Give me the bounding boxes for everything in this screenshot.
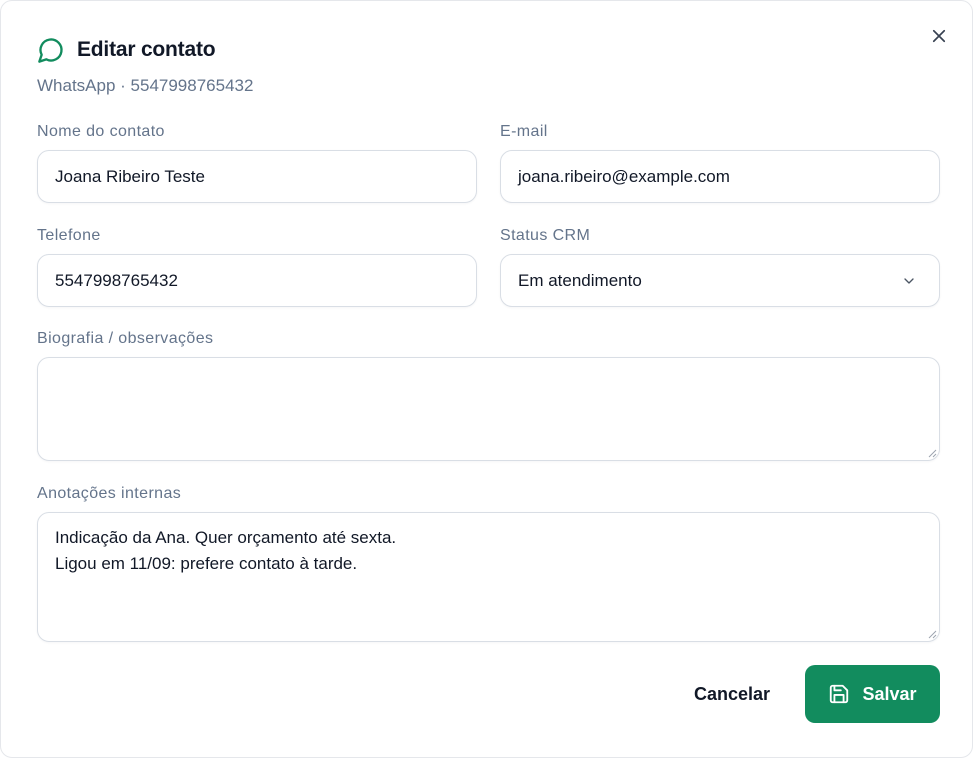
notes-line: Ligou em 11/09: prefere contato à tarde. <box>55 554 358 573</box>
phone-label: Telefone <box>37 227 101 244</box>
save-button[interactable]: Salvar <box>805 665 940 723</box>
email-input[interactable]: joana.ribeiro@example.com <box>500 150 940 203</box>
save-icon <box>830 684 849 704</box>
chat-bubble-icon <box>38 38 63 63</box>
resize-handle-icon[interactable] <box>927 629 937 639</box>
resize-handle-icon[interactable] <box>927 448 937 458</box>
dialog-subtitle: WhatsApp · 5547998765432 <box>37 76 254 95</box>
cancel-button[interactable]: Cancelar <box>681 665 783 723</box>
bio-textarea[interactable] <box>37 357 940 461</box>
email-value: joana.ribeiro@example.com <box>518 166 730 186</box>
save-label: Salvar <box>862 683 917 704</box>
edit-contact-dialog: Editar contato WhatsApp · 5547998765432 … <box>0 0 973 758</box>
notes-label: Anotações internas <box>37 485 182 502</box>
notes-textarea[interactable]: Indicação da Ana. Quer orçamento até sex… <box>37 512 940 642</box>
phone-input[interactable]: 5547998765432 <box>37 254 477 307</box>
name-label: Nome do contato <box>37 123 165 140</box>
status-label: Status CRM <box>500 227 591 244</box>
notes-line: Indicação da Ana. Quer orçamento até sex… <box>55 528 397 547</box>
dialog-header: Editar contato <box>37 36 216 64</box>
chevron-down-icon <box>904 277 914 284</box>
email-label: E-mail <box>500 123 548 140</box>
status-value: Em atendimento <box>518 270 642 290</box>
bio-label: Biografia / observações <box>37 330 214 347</box>
name-input[interactable]: Joana Ribeiro Teste <box>37 150 477 203</box>
close-icon <box>932 29 946 43</box>
name-value: Joana Ribeiro Teste <box>55 166 205 186</box>
cancel-label: Cancelar <box>693 683 771 704</box>
phone-value: 5547998765432 <box>55 270 178 290</box>
close-button[interactable] <box>927 24 951 48</box>
status-select[interactable]: Em atendimento <box>500 254 940 307</box>
dialog-title: Editar contato <box>77 38 216 61</box>
